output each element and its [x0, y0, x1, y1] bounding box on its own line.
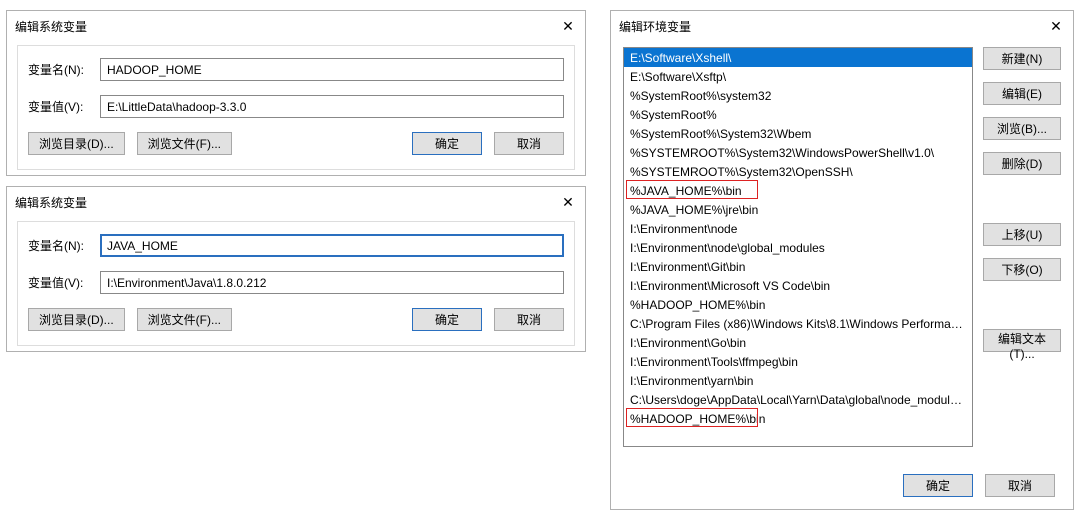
list-item[interactable]: %JAVA_HOME%\jre\bin: [624, 200, 972, 219]
delete-button[interactable]: 删除(D): [983, 152, 1061, 175]
dialog-title: 编辑系统变量: [15, 194, 87, 211]
variable-name-label: 变量名(N):: [28, 237, 100, 254]
list-item[interactable]: I:\Environment\Git\bin: [624, 257, 972, 276]
edit-system-variable-dialog-2: 编辑系统变量 ✕ 变量名(N): 变量值(V): 浏览目录(D)... 浏览文件…: [6, 186, 586, 352]
variable-value-input[interactable]: [100, 95, 564, 118]
list-item[interactable]: %HADOOP_HOME%\bin: [624, 295, 972, 314]
variable-name-label: 变量名(N):: [28, 61, 100, 78]
list-item[interactable]: I:\Environment\Tools\ffmpeg\bin: [624, 352, 972, 371]
list-item[interactable]: %SystemRoot%\System32\Wbem: [624, 124, 972, 143]
list-item[interactable]: I:\Environment\node: [624, 219, 972, 238]
list-item[interactable]: C:\Program Files (x86)\Windows Kits\8.1\…: [624, 314, 972, 333]
new-button[interactable]: 新建(N): [983, 47, 1061, 70]
close-icon[interactable]: ✕: [1047, 17, 1065, 35]
browse-directory-button[interactable]: 浏览目录(D)...: [28, 308, 125, 331]
list-item[interactable]: I:\Environment\node\global_modules: [624, 238, 972, 257]
ok-button[interactable]: 确定: [903, 474, 973, 497]
list-item[interactable]: I:\Environment\yarn\bin: [624, 371, 972, 390]
list-item[interactable]: %JAVA_HOME%\bin: [624, 181, 972, 200]
variable-name-input[interactable]: [100, 234, 564, 257]
list-item[interactable]: %SystemRoot%\system32: [624, 86, 972, 105]
ok-button[interactable]: 确定: [412, 132, 482, 155]
edit-text-button[interactable]: 编辑文本(T)...: [983, 329, 1061, 352]
move-down-button[interactable]: 下移(O): [983, 258, 1061, 281]
variable-value-label: 变量值(V):: [28, 274, 100, 291]
cancel-button[interactable]: 取消: [985, 474, 1055, 497]
browse-file-button[interactable]: 浏览文件(F)...: [137, 308, 232, 331]
list-item[interactable]: E:\Software\Xshell\: [624, 48, 972, 67]
list-item[interactable]: %SYSTEMROOT%\System32\OpenSSH\: [624, 162, 972, 181]
variable-name-input[interactable]: [100, 58, 564, 81]
move-up-button[interactable]: 上移(U): [983, 223, 1061, 246]
list-item[interactable]: %SYSTEMROOT%\System32\WindowsPowerShell\…: [624, 143, 972, 162]
close-icon[interactable]: ✕: [559, 17, 577, 35]
list-item[interactable]: E:\Software\Xsftp\: [624, 67, 972, 86]
list-item[interactable]: I:\Environment\Microsoft VS Code\bin: [624, 276, 972, 295]
dialog-title: 编辑环境变量: [619, 18, 691, 35]
list-item[interactable]: %SystemRoot%: [624, 105, 972, 124]
browse-directory-button[interactable]: 浏览目录(D)...: [28, 132, 125, 155]
edit-system-variable-dialog-1: 编辑系统变量 ✕ 变量名(N): 变量值(V): 浏览目录(D)... 浏览文件…: [6, 10, 586, 176]
edit-environment-variable-dialog: 编辑环境变量 ✕ E:\Software\Xshell\E:\Software\…: [610, 10, 1074, 510]
list-item[interactable]: I:\Environment\Go\bin: [624, 333, 972, 352]
list-item[interactable]: C:\Users\doge\AppData\Local\Yarn\Data\gl…: [624, 390, 972, 409]
cancel-button[interactable]: 取消: [494, 132, 564, 155]
variable-value-label: 变量值(V):: [28, 98, 100, 115]
close-icon[interactable]: ✕: [559, 193, 577, 211]
dialog-title: 编辑系统变量: [15, 18, 87, 35]
list-item[interactable]: %HADOOP_HOME%\bin: [624, 409, 972, 428]
path-list[interactable]: E:\Software\Xshell\E:\Software\Xsftp\%Sy…: [623, 47, 973, 447]
variable-value-input[interactable]: [100, 271, 564, 294]
browse-button[interactable]: 浏览(B)...: [983, 117, 1061, 140]
ok-button[interactable]: 确定: [412, 308, 482, 331]
cancel-button[interactable]: 取消: [494, 308, 564, 331]
edit-button[interactable]: 编辑(E): [983, 82, 1061, 105]
browse-file-button[interactable]: 浏览文件(F)...: [137, 132, 232, 155]
